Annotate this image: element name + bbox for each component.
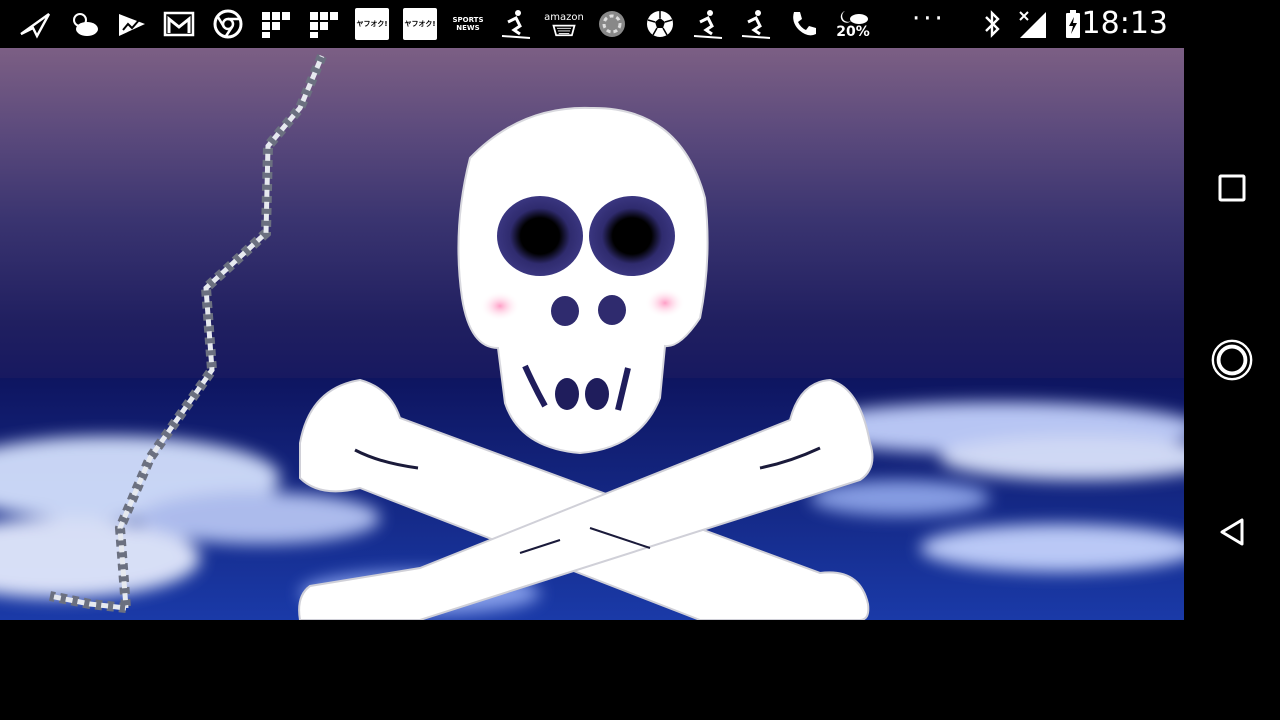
sports-news-label: SPORTS NEWS [452, 16, 484, 32]
yahoo-label: ヤフオク! [404, 20, 436, 28]
home-button[interactable] [1208, 336, 1256, 384]
app-grid-icon [307, 8, 341, 40]
letterbox [0, 620, 1184, 720]
weather-percent: 20% [836, 24, 870, 40]
yahoo-icon: ヤフオク! [403, 8, 437, 40]
square-icon [1218, 174, 1246, 202]
overflow-dots: ··· [912, 4, 946, 34]
paper-plane-icon [18, 8, 52, 40]
game-view[interactable] [0, 48, 1184, 620]
home-circle-icon [1211, 339, 1253, 381]
phone-icon [787, 8, 821, 40]
weather-icon: 20% [833, 8, 873, 40]
navigation-bar [1184, 48, 1280, 720]
status-bar: ヤフオク! ヤフオク! SPORTS NEWS amazon 20% ··· 1… [0, 0, 1280, 48]
ski-icon [739, 8, 773, 40]
signal-icon [1015, 8, 1049, 40]
chrome-icon [211, 8, 245, 40]
clock: 18:13 [1081, 6, 1168, 41]
nose-right [598, 295, 626, 325]
amazon-icon: amazon [544, 8, 584, 40]
ski-icon [691, 8, 725, 40]
right-eye [589, 196, 675, 276]
skull-scene [0, 54, 1184, 620]
amazon-label: amazon [544, 11, 584, 23]
loading-icon [595, 8, 629, 40]
soccer-ball-icon [643, 8, 677, 40]
nose-left [551, 296, 579, 326]
bluetooth-icon [975, 8, 1009, 40]
ski-icon [499, 8, 533, 40]
back-button[interactable] [1208, 508, 1256, 556]
left-cheek [480, 291, 520, 321]
gmail-icon [162, 8, 196, 40]
yahoo-icon: ヤフオク! [355, 8, 389, 40]
left-eye [497, 196, 583, 276]
screen: ヤフオク! ヤフオク! SPORTS NEWS amazon 20% ··· 1… [0, 0, 1280, 720]
yahoo-label: ヤフオク! [356, 20, 388, 28]
app-grid-icon [259, 8, 293, 40]
right-cheek [645, 288, 685, 318]
stocks-icon [115, 8, 149, 40]
recents-button[interactable] [1208, 164, 1256, 212]
back-triangle-icon [1220, 518, 1244, 546]
weather-icon [67, 8, 101, 40]
sports-news-icon: SPORTS NEWS [451, 8, 485, 40]
